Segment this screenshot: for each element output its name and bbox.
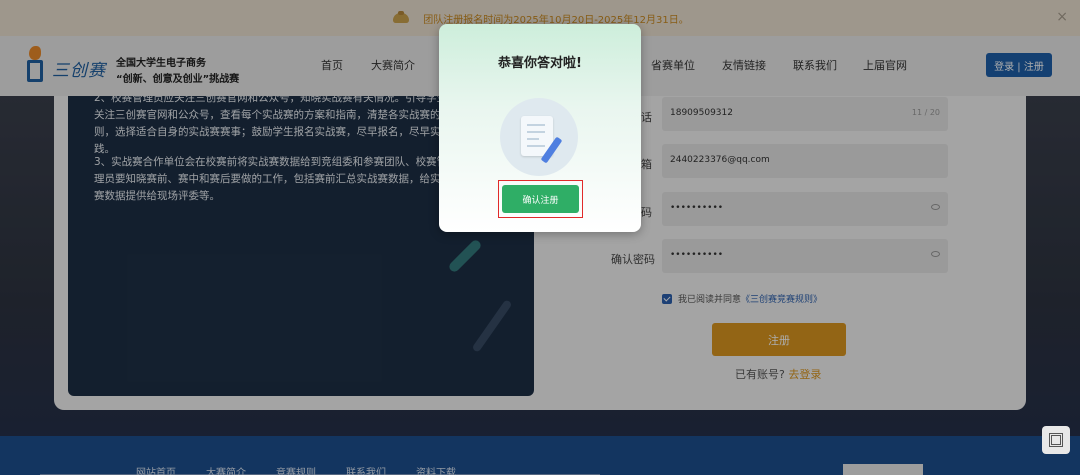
qr-code-button[interactable]: [1042, 426, 1070, 454]
confirm-register-button[interactable]: 确认注册: [502, 185, 579, 213]
document-pen-illustration: [500, 98, 578, 176]
qr-code-icon: [1049, 433, 1063, 447]
modal-title: 恭喜你答对啦!: [498, 56, 582, 71]
